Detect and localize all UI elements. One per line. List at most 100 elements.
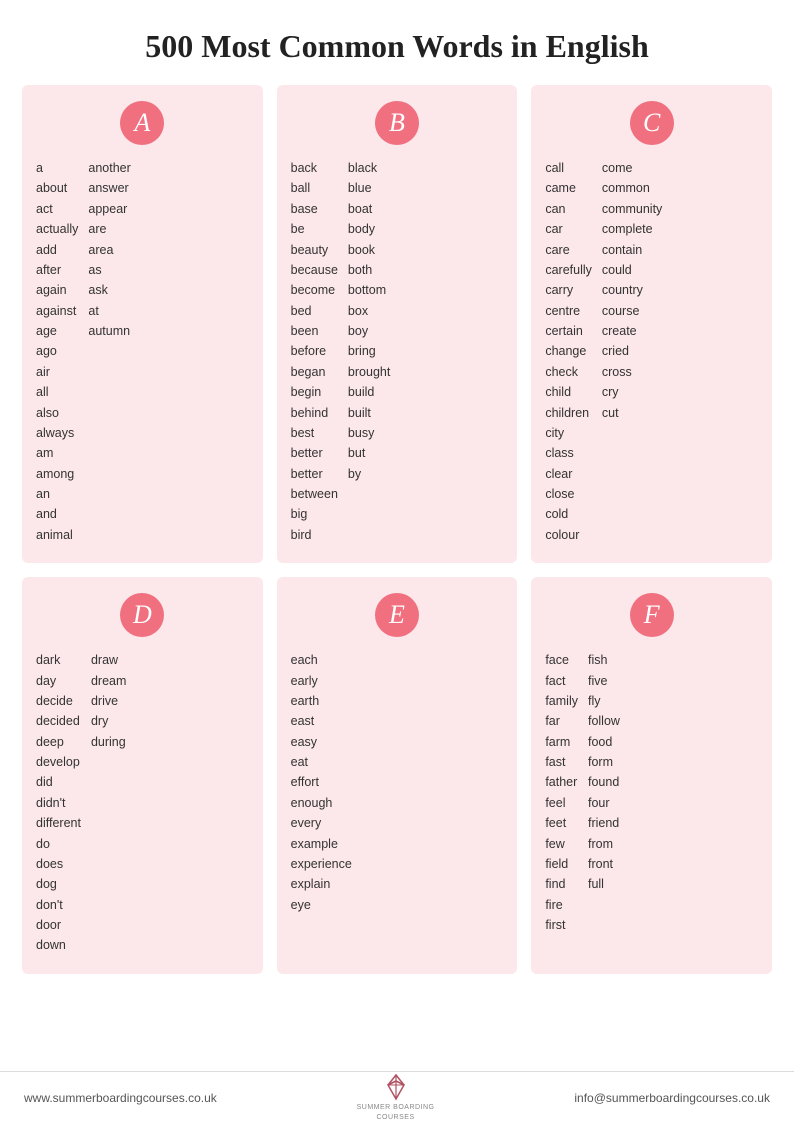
word-item: food xyxy=(588,733,620,752)
word-item: begin xyxy=(291,383,338,402)
word-item: am xyxy=(36,444,78,463)
word-item: five xyxy=(588,672,620,691)
card-d: Ddarkdaydecidedecideddeepdevelopdiddidn'… xyxy=(22,577,263,974)
word-column: backballbasebebeautybecausebecomebedbeen… xyxy=(291,159,338,545)
word-item: cross xyxy=(602,363,662,382)
word-item: blue xyxy=(348,179,390,198)
word-columns: callcamecancarcarecarefullycarrycentrece… xyxy=(545,159,758,545)
word-item: autumn xyxy=(88,322,130,341)
word-item: drive xyxy=(91,692,126,711)
word-item: brought xyxy=(348,363,390,382)
word-item: dark xyxy=(36,651,81,670)
word-item: cut xyxy=(602,404,662,423)
footer-left: www.summerboardingcourses.co.uk xyxy=(24,1091,217,1105)
word-item: contain xyxy=(602,241,662,260)
word-item: bottom xyxy=(348,281,390,300)
word-item: easy xyxy=(291,733,352,752)
word-column: blackblueboatbodybookbothbottomboxboybri… xyxy=(348,159,390,545)
word-item: cried xyxy=(602,342,662,361)
word-item: family xyxy=(545,692,578,711)
word-item: again xyxy=(36,281,78,300)
word-item: example xyxy=(291,835,352,854)
word-item: change xyxy=(545,342,592,361)
word-item: a xyxy=(36,159,78,178)
word-columns: facefactfamilyfarfarmfastfatherfeelfeetf… xyxy=(545,651,758,935)
word-item: during xyxy=(91,733,126,752)
word-item: best xyxy=(291,424,338,443)
word-item: become xyxy=(291,281,338,300)
word-item: busy xyxy=(348,424,390,443)
word-item: after xyxy=(36,261,78,280)
word-column: anotheranswerappearareareaasaskatautumn xyxy=(88,159,130,545)
word-item: decided xyxy=(36,712,81,731)
word-item: bird xyxy=(291,526,338,545)
word-item: bed xyxy=(291,302,338,321)
word-item: another xyxy=(88,159,130,178)
word-item: about xyxy=(36,179,78,198)
word-item: could xyxy=(602,261,662,280)
word-item: effort xyxy=(291,773,352,792)
word-item: dry xyxy=(91,712,126,731)
footer-logo: SUMMER BOARDINGCOURSES xyxy=(357,1073,435,1121)
word-column: aaboutactactuallyaddafteragainagainstage… xyxy=(36,159,78,545)
word-item: full xyxy=(588,875,620,894)
word-item: class xyxy=(545,444,592,463)
word-item: actually xyxy=(36,220,78,239)
word-item: complete xyxy=(602,220,662,239)
letter-badge-d: D xyxy=(120,593,164,637)
word-item: behind xyxy=(291,404,338,423)
card-f: Ffacefactfamilyfarfarmfastfatherfeelfeet… xyxy=(531,577,772,974)
word-column: draw dreamdrivedry during xyxy=(91,651,126,956)
word-item: child xyxy=(545,383,592,402)
word-item: among xyxy=(36,465,78,484)
word-item: close xyxy=(545,485,592,504)
word-item: box xyxy=(348,302,390,321)
word-item: every xyxy=(291,814,352,833)
word-item: add xyxy=(36,241,78,260)
word-item: create xyxy=(602,322,662,341)
word-item: feel xyxy=(545,794,578,813)
word-item: from xyxy=(588,835,620,854)
word-item: follow xyxy=(588,712,620,731)
word-item: early xyxy=(291,672,352,691)
word-item: did xyxy=(36,773,81,792)
word-item: build xyxy=(348,383,390,402)
word-item: draw xyxy=(91,651,126,670)
word-item: cry xyxy=(602,383,662,402)
word-item: city xyxy=(545,424,592,443)
word-item: built xyxy=(348,404,390,423)
word-item: each xyxy=(291,651,352,670)
word-item: four xyxy=(588,794,620,813)
card-e: Eeachearlyeartheasteasyeateffortenoughev… xyxy=(277,577,518,974)
word-item: area xyxy=(88,241,130,260)
word-item: community xyxy=(602,200,662,219)
word-item: fire xyxy=(545,896,578,915)
letter-badge-e: E xyxy=(375,593,419,637)
word-item: face xyxy=(545,651,578,670)
word-item: explain xyxy=(291,875,352,894)
letter-badge-f: F xyxy=(630,593,674,637)
word-item: colour xyxy=(545,526,592,545)
word-item: be xyxy=(291,220,338,239)
word-item: all xyxy=(36,383,78,402)
word-item: field xyxy=(545,855,578,874)
card-a: Aaaboutactactuallyaddafteragainagainstag… xyxy=(22,85,263,563)
word-item: black xyxy=(348,159,390,178)
word-item: dog xyxy=(36,875,81,894)
word-item: care xyxy=(545,241,592,260)
word-item: children xyxy=(545,404,592,423)
word-item: against xyxy=(36,302,78,321)
word-columns: eachearlyeartheasteasyeateffortenougheve… xyxy=(291,651,504,915)
word-item: book xyxy=(348,241,390,260)
word-columns: darkdaydecidedecideddeepdevelopdiddidn't… xyxy=(36,651,249,956)
word-item: feet xyxy=(545,814,578,833)
word-item: dream xyxy=(91,672,126,691)
word-item: came xyxy=(545,179,592,198)
word-item: an xyxy=(36,485,78,504)
word-item: enough xyxy=(291,794,352,813)
word-item: back xyxy=(291,159,338,178)
word-item: age xyxy=(36,322,78,341)
word-item: country xyxy=(602,281,662,300)
word-item: because xyxy=(291,261,338,280)
word-item: earth xyxy=(291,692,352,711)
